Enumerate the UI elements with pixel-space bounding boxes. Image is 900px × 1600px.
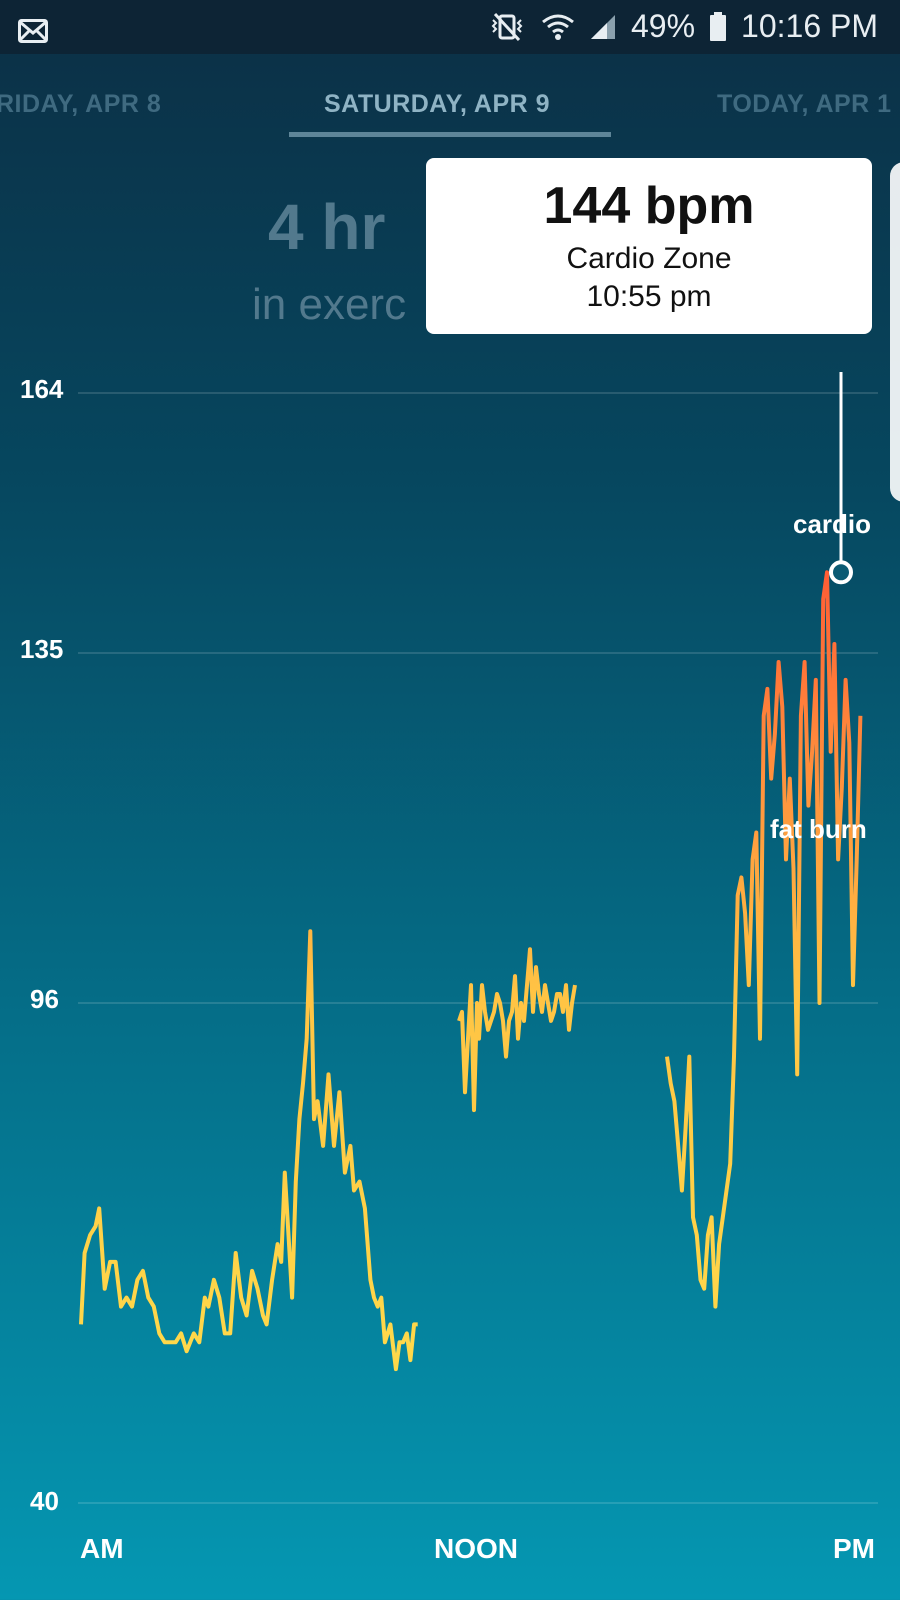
- tooltip-bpm: 144 bpm: [543, 177, 755, 235]
- x-tick-label: NOON: [434, 1533, 518, 1564]
- tooltip-time: 10:55 pm: [586, 280, 712, 313]
- side-drawer-handle[interactable]: [890, 162, 900, 502]
- y-tick-label: 164: [20, 374, 64, 404]
- x-tick-label: PM: [833, 1533, 875, 1564]
- zone-label-fat-burn: fat burn: [770, 814, 867, 844]
- y-tick-label: 96: [30, 984, 59, 1014]
- highlight-point[interactable]: [829, 560, 853, 585]
- heart-rate-tooltip: 144 bpm Cardio Zone 10:55 pm: [426, 158, 872, 334]
- zone-label-cardio: cardio: [793, 509, 872, 539]
- heart-rate-series: [457, 947, 577, 1113]
- tooltip-zone: Cardio Zone: [566, 242, 732, 275]
- y-tick-label: 40: [30, 1486, 59, 1516]
- heart-rate-series: [665, 570, 863, 1309]
- x-tick-label: AM: [80, 1533, 124, 1564]
- heart-rate-series: [79, 929, 418, 1372]
- y-tick-label: 135: [20, 634, 64, 664]
